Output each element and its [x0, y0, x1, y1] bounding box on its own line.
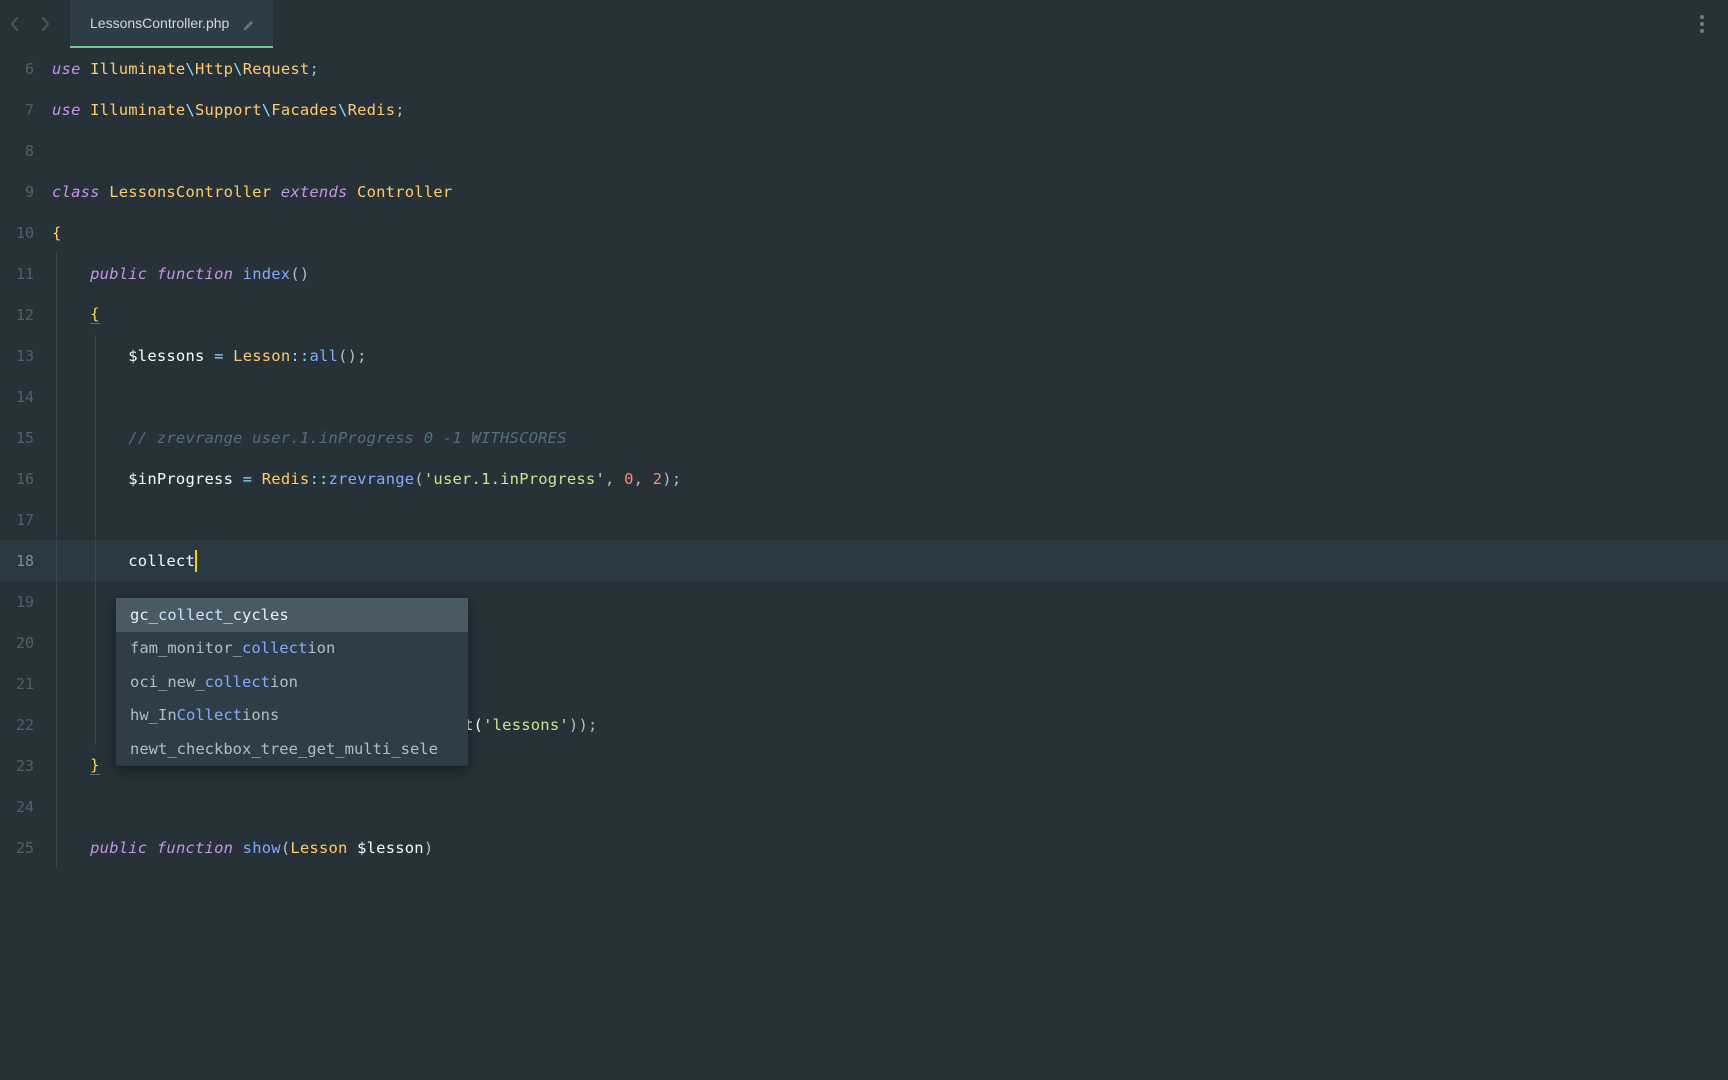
line-number: 6 [0, 60, 52, 78]
line-number: 12 [0, 306, 52, 324]
code-line[interactable]: 7 use Illuminate\Support\Facades\Redis; [0, 89, 1728, 130]
line-number: 8 [0, 142, 52, 160]
code-content: public function show(Lesson $lesson) [52, 839, 433, 857]
line-number: 11 [0, 265, 52, 283]
kebab-menu-icon[interactable] [1694, 9, 1710, 39]
line-number: 24 [0, 798, 52, 816]
code-line[interactable]: 24 [0, 786, 1728, 827]
line-number: 13 [0, 347, 52, 365]
line-number: 18 [0, 552, 52, 570]
code-line[interactable]: 17 [0, 499, 1728, 540]
nav-forward-icon[interactable] [38, 17, 52, 31]
code-line[interactable]: 11 public function index() [0, 253, 1728, 294]
code-content: collect [52, 550, 197, 572]
code-line-active[interactable]: 18 collect [0, 540, 1728, 581]
line-number: 10 [0, 224, 52, 242]
text-caret [195, 550, 197, 572]
code-line[interactable]: 15 // zrevrange user.1.inProgress 0 -1 W… [0, 417, 1728, 458]
code-line[interactable]: 10 { [0, 212, 1728, 253]
line-number: 17 [0, 511, 52, 529]
code-content: // zrevrange user.1.inProgress 0 -1 WITH… [52, 429, 567, 447]
line-number: 21 [0, 675, 52, 693]
tab-active[interactable]: LessonsController.php [70, 0, 273, 48]
line-number: 19 [0, 593, 52, 611]
autocomplete-popup[interactable]: gc_collect_cycles fam_monitor_collection… [116, 598, 468, 766]
code-line[interactable]: 13 $lessons = Lesson::all(); [0, 335, 1728, 376]
autocomplete-item[interactable]: fam_monitor_collection [116, 632, 468, 666]
line-number: 16 [0, 470, 52, 488]
code-line[interactable]: 12 { [0, 294, 1728, 335]
line-number: 20 [0, 634, 52, 652]
pencil-icon [243, 17, 255, 29]
code-line[interactable]: 8 [0, 130, 1728, 171]
line-number: 23 [0, 757, 52, 775]
autocomplete-item[interactable]: newt_checkbox_tree_get_multi_sele [116, 732, 468, 766]
code-content: { [52, 305, 100, 324]
editor-top-bar: LessonsController.php [0, 0, 1728, 48]
code-content: $lessons = Lesson::all(); [52, 347, 367, 365]
code-content: public function index() [52, 265, 309, 283]
nav-arrows [0, 17, 60, 31]
code-content: } [52, 756, 100, 775]
autocomplete-item[interactable]: oci_new_collection [116, 665, 468, 699]
code-line[interactable]: 14 [0, 376, 1728, 417]
line-number: 7 [0, 101, 52, 119]
line-number: 25 [0, 839, 52, 857]
autocomplete-item[interactable]: gc_collect_cycles [116, 598, 468, 632]
line-number: 14 [0, 388, 52, 406]
code-content: use Illuminate\Http\Request; [52, 60, 319, 78]
code-content: { [52, 224, 62, 242]
line-number: 9 [0, 183, 52, 201]
code-line[interactable]: 25 public function show(Lesson $lesson) [0, 827, 1728, 868]
line-number: 15 [0, 429, 52, 447]
code-content: class LessonsController extends Controll… [52, 183, 452, 201]
nav-back-icon[interactable] [8, 17, 22, 31]
code-line[interactable]: 9 class LessonsController extends Contro… [0, 171, 1728, 212]
tab-label: LessonsController.php [90, 15, 229, 31]
code-content: $inProgress = Redis::zrevrange('user.1.i… [52, 470, 681, 488]
line-number: 22 [0, 716, 52, 734]
autocomplete-item[interactable]: hw_InCollections [116, 699, 468, 733]
code-line[interactable]: 16 $inProgress = Redis::zrevrange('user.… [0, 458, 1728, 499]
code-content: use Illuminate\Support\Facades\Redis; [52, 101, 405, 119]
code-line[interactable]: 6 use Illuminate\Http\Request; [0, 48, 1728, 89]
